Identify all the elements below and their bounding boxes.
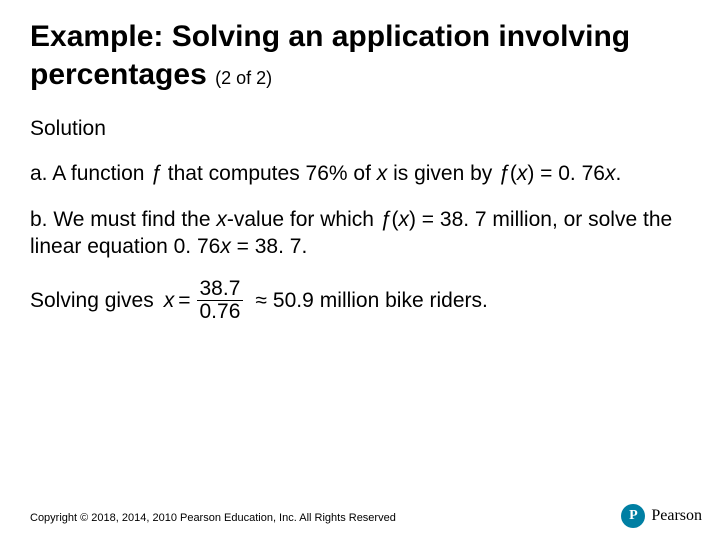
math-approx: ≈	[255, 287, 267, 314]
math-den: 0.76	[197, 301, 244, 323]
part-a-tail: .	[615, 162, 621, 185]
math-fraction: 38.7 0.76	[197, 278, 244, 323]
part-b-mid: -value for which	[227, 208, 380, 231]
pearson-logo: P Pearson	[621, 504, 702, 528]
part-a-f1: ƒ	[150, 162, 162, 185]
part-a-x3: x	[605, 162, 616, 185]
slide-body: Solution a. A function ƒ that computes 7…	[30, 115, 690, 323]
part-a-f2: ƒ	[498, 162, 510, 185]
title-main: Example: Solving an application involvin…	[30, 20, 630, 91]
title-sub: (2 of 2)	[215, 68, 272, 88]
math-result: 50.9	[273, 287, 314, 314]
pearson-logo-text: Pearson	[651, 507, 702, 525]
part-b-f1: ƒ	[380, 208, 392, 231]
part-a-x1: x	[377, 162, 388, 185]
math-pre: Solving gives	[30, 287, 154, 314]
math-line: Solving gives x = 38.7 0.76 ≈ 50.9 milli…	[30, 278, 690, 323]
part-a-x2: x	[517, 162, 528, 185]
part-a-rest: ) = 0. 76	[527, 162, 605, 185]
solution-label: Solution	[30, 115, 690, 142]
part-b-x2: x	[398, 208, 409, 231]
part-b-prefix: b. We must find the	[30, 208, 216, 231]
part-b-x3: x	[220, 235, 231, 258]
slide: Example: Solving an application involvin…	[0, 0, 720, 540]
part-b: b. We must find the x-value for which ƒ(…	[30, 206, 690, 261]
math-var: x	[164, 287, 175, 314]
part-a-mid: that computes 76% of	[162, 162, 377, 185]
part-b-x1: x	[216, 208, 227, 231]
part-b-tail: = 38. 7.	[231, 235, 307, 258]
slide-title: Example: Solving an application involvin…	[30, 18, 690, 93]
pearson-logo-icon: P	[621, 504, 645, 528]
copyright-footer: Copyright © 2018, 2014, 2010 Pearson Edu…	[30, 512, 396, 524]
part-a-po: (	[510, 162, 517, 185]
math-num: 38.7	[197, 278, 244, 301]
part-a-mid2: is given by	[387, 162, 498, 185]
pearson-logo-letter: P	[629, 508, 638, 524]
part-a-prefix: a. A function	[30, 162, 150, 185]
math-eq: =	[178, 287, 190, 314]
math-post: million bike riders.	[320, 287, 488, 314]
part-a: a. A function ƒ that computes 76% of x i…	[30, 160, 690, 187]
